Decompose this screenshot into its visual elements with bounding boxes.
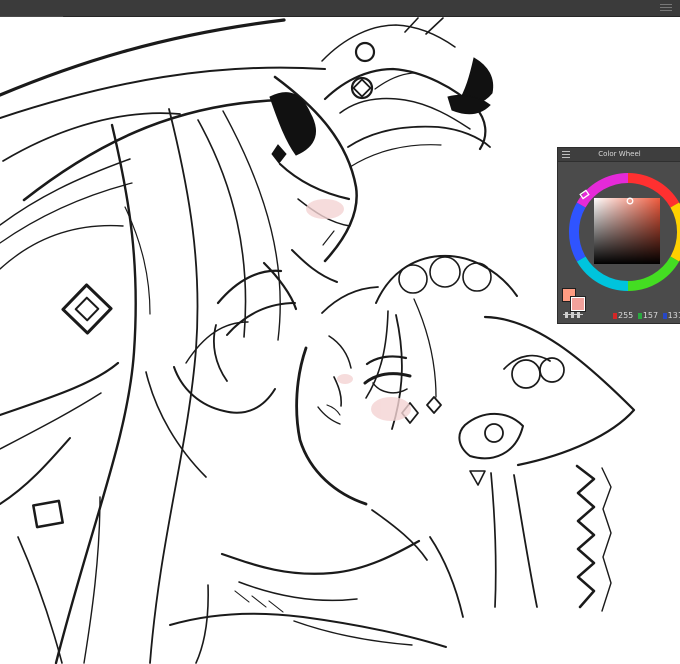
color-wheel-title: Color Wheel bbox=[558, 148, 680, 162]
color-wheel-panel: Color Wheel 255 157 13 bbox=[557, 147, 680, 324]
blue-channel-chip bbox=[662, 312, 667, 319]
sub-color-swatch[interactable] bbox=[570, 296, 586, 312]
rgb-values: 255 157 131 bbox=[613, 311, 680, 321]
green-value: 157 bbox=[642, 311, 659, 320]
color-mode-icon[interactable] bbox=[563, 312, 583, 318]
green-channel-chip bbox=[637, 312, 642, 319]
grip-icon[interactable] bbox=[660, 4, 672, 12]
title-bar bbox=[0, 0, 680, 17]
blue-value: 131 bbox=[667, 311, 680, 320]
hue-ring-and-saturation-square[interactable] bbox=[561, 165, 680, 299]
red-value: 255 bbox=[618, 311, 634, 320]
drawing-canvas[interactable] bbox=[0, 17, 680, 664]
panel-menu-icon[interactable] bbox=[562, 150, 570, 158]
app-window: _ × bbox=[0, 0, 680, 664]
color-swatches bbox=[562, 288, 586, 312]
red-channel-chip bbox=[613, 312, 617, 319]
